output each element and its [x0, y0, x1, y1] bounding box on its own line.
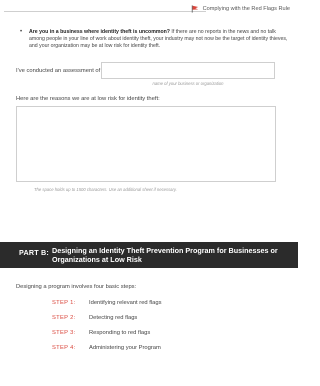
reasons-label: Here are the reasons we are at low risk …	[16, 96, 160, 102]
step-text: Responding to red flags	[89, 330, 151, 336]
red-flag-icon	[191, 5, 198, 13]
step-row: STEP 2: Detecting red flags	[52, 315, 137, 321]
step-text: Identifying relevant red flags	[89, 300, 162, 306]
reasons-caption: The space holds up to 1500 characters. U…	[34, 187, 177, 192]
step-tag: STEP 1:	[52, 300, 76, 306]
step-text: Administering your Program	[89, 345, 161, 351]
part-title: Designing an Identity Theft Prevention P…	[52, 246, 278, 264]
part-b-banner: PART B: Designing an Identity Theft Prev…	[0, 242, 298, 268]
step-row: STEP 4: Administering your Program	[52, 345, 161, 351]
step-row: STEP 3: Responding to red flags	[52, 330, 150, 336]
bullet-dot: •	[20, 29, 23, 35]
step-tag: STEP 4:	[52, 345, 76, 351]
step-tag: STEP 3:	[52, 330, 76, 336]
part-tag: PART B:	[19, 248, 50, 257]
low-risk-bullet: • Are you in a business where identity t…	[19, 29, 291, 50]
bullet-lead: Are you in a business where identity the…	[29, 29, 170, 35]
steps-intro: Designing a program involves four basic …	[16, 284, 137, 290]
page-header: Complying with the Red Flags Rule	[191, 5, 290, 13]
step-text: Detecting red flags	[89, 315, 138, 321]
header-rule	[4, 11, 206, 12]
step-tag: STEP 2:	[52, 315, 76, 321]
step-row: STEP 1: Identifying relevant red flags	[52, 300, 162, 306]
organization-name-caption: name of your business or organization	[152, 81, 224, 86]
header-title: Complying with the Red Flags Rule	[202, 6, 290, 12]
reasons-textarea[interactable]	[16, 106, 276, 182]
assessment-label: I've conducted an assessment of	[16, 68, 101, 74]
organization-name-field[interactable]	[101, 62, 275, 79]
